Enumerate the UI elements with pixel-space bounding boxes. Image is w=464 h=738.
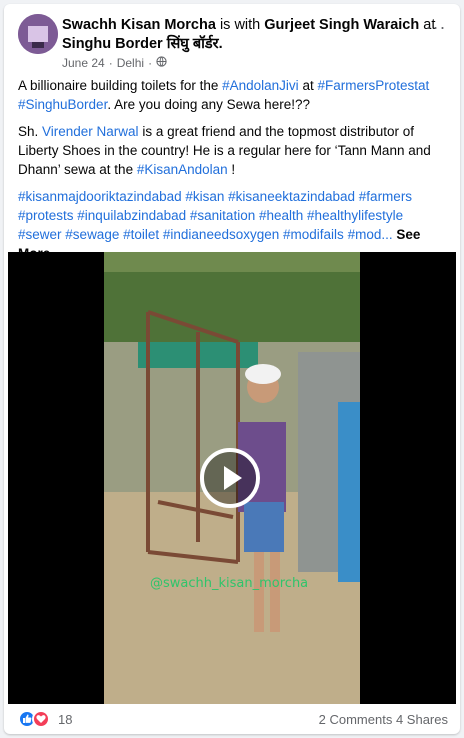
hashtag-singhuborder[interactable]: #SinghuBorder xyxy=(18,97,107,112)
hashtag-item[interactable]: #mod... xyxy=(348,227,393,242)
hashtag-item[interactable]: #inquilabzindabad xyxy=(77,208,186,223)
hashtag-kisanandolan[interactable]: #KisanAndolan xyxy=(137,162,228,177)
comments-count[interactable]: 2 Comments xyxy=(319,712,393,727)
paragraph-2: Sh. Virender Narwal is a great friend an… xyxy=(18,122,448,179)
author-name[interactable]: Swachh Kisan Morcha xyxy=(62,17,216,33)
location-link[interactable]: Singhu Border सिंघु बॉर्डर. xyxy=(62,36,223,52)
reaction-count: 18 xyxy=(58,711,73,727)
hashtag-item[interactable]: #kisanmajdooriktazindabad xyxy=(18,189,182,204)
post-header: Swachh Kisan Morcha is with Gurjeet Sing… xyxy=(18,14,448,74)
p2-text-c: ! xyxy=(227,162,236,177)
post-body: A billionaire building toilets for the #… xyxy=(18,76,448,271)
hashtag-item[interactable]: #healthylifestyle xyxy=(307,208,403,223)
post-stats: 2 Comments 4 Shares xyxy=(319,712,448,727)
post-date[interactable]: June 24 xyxy=(62,56,105,70)
hashtag-item[interactable]: #farmers xyxy=(359,189,412,204)
hashtag-item[interactable]: #sewage xyxy=(65,227,119,242)
hashtag-farmersprotestat[interactable]: #FarmersProtestat xyxy=(317,78,429,93)
hashtag-item[interactable]: #kisaneektazindabad xyxy=(228,189,355,204)
post-author-line: Swachh Kisan Morcha is with Gurjeet Sing… xyxy=(62,16,442,54)
post-place[interactable]: Delhi xyxy=(117,56,144,70)
hashtag-item[interactable]: #toilet xyxy=(123,227,159,242)
more-options-button[interactable]: ··· xyxy=(424,18,448,38)
meta-separator: · xyxy=(108,56,113,70)
reactions-summary[interactable]: 18 xyxy=(18,710,72,728)
avatar[interactable] xyxy=(18,14,58,54)
hashtag-item[interactable]: #protests xyxy=(18,208,74,223)
post-meta: June 24 · Delhi · xyxy=(62,56,167,70)
paragraph-1: A billionaire building toilets for the #… xyxy=(18,76,448,114)
play-icon xyxy=(224,466,242,490)
with-text: is with xyxy=(219,17,261,33)
post-card: Swachh Kisan Morcha is with Gurjeet Sing… xyxy=(4,4,460,734)
post-footer: 18 2 Comments 4 Shares xyxy=(18,708,448,730)
hashtag-item[interactable]: #sewer xyxy=(18,227,62,242)
tagged-person[interactable]: Gurjeet Singh Waraich xyxy=(264,17,419,33)
hashtag-item[interactable]: #indianeedsoxygen xyxy=(163,227,279,242)
video-player[interactable]: @swachh_kisan_morcha xyxy=(8,252,456,704)
globe-icon xyxy=(156,56,167,70)
video-watermark: @swachh_kisan_morcha xyxy=(150,576,309,591)
p1-text-b: at xyxy=(298,78,318,93)
p1-text-d: . Are you doing any Sewa here!?? xyxy=(107,97,310,112)
p1-text: A billionaire building toilets for the xyxy=(18,78,223,93)
hashtag-list: #kisanmajdooriktazindabad #kisan #kisane… xyxy=(18,189,412,242)
hashtag-item[interactable]: #kisan xyxy=(185,189,224,204)
hashtag-item[interactable]: #sanitation xyxy=(190,208,255,223)
mention-virender-narwal[interactable]: Virender Narwal xyxy=(42,124,139,139)
hashtag-item[interactable]: #health xyxy=(259,208,303,223)
shares-count[interactable]: 4 Shares xyxy=(396,712,448,727)
play-button[interactable] xyxy=(200,448,260,508)
p2-text: Sh. xyxy=(18,124,43,139)
hashtag-item[interactable]: #modifails xyxy=(283,227,344,242)
love-icon xyxy=(32,710,50,728)
separator-2: · xyxy=(148,56,153,70)
hashtag-andolanjivi[interactable]: #AndolanJivi xyxy=(222,78,299,93)
